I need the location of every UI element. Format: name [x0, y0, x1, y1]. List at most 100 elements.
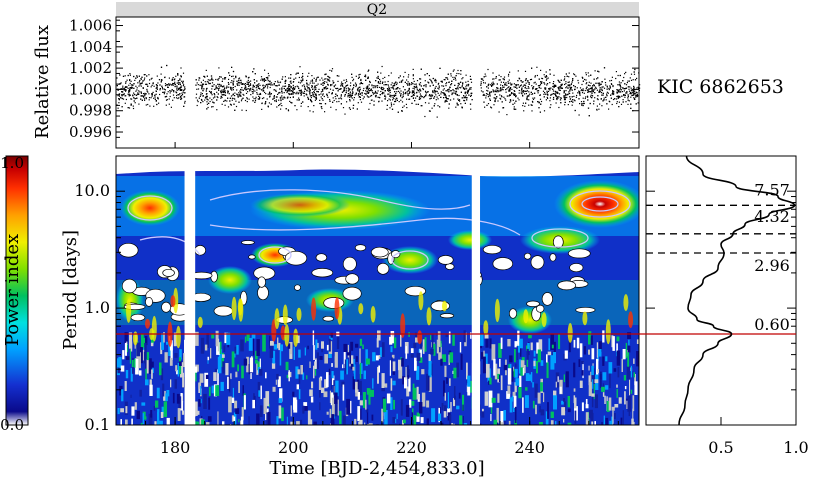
- light-curve-point: [493, 78, 495, 80]
- noise-mark: [589, 409, 593, 419]
- light-curve-point: [391, 108, 394, 110]
- noise-mark: [406, 365, 409, 376]
- light-curve-point: [271, 84, 273, 86]
- light-curve-point: [503, 76, 506, 78]
- light-curve-point: [585, 74, 587, 76]
- light-curve-point: [534, 76, 536, 78]
- light-curve-point: [252, 96, 254, 98]
- light-curve-point: [372, 92, 374, 94]
- noise-mark: [409, 399, 412, 408]
- noise-mark: [120, 419, 122, 425]
- light-curve-point: [602, 86, 604, 88]
- light-curve-point: [228, 72, 230, 74]
- light-curve-point: [456, 104, 458, 106]
- light-curve-point: [341, 91, 344, 93]
- light-curve-point: [329, 88, 332, 90]
- light-curve-point: [344, 113, 346, 115]
- light-curve-point: [262, 80, 264, 82]
- light-curve-point: [374, 90, 377, 92]
- light-curve-point: [386, 108, 388, 110]
- light-curve-point: [426, 73, 428, 75]
- light-curve-point: [341, 84, 343, 86]
- noise-mark: [194, 401, 198, 416]
- light-curve-point: [373, 85, 375, 87]
- noise-mark: [629, 379, 631, 396]
- noise-mark: [553, 395, 557, 410]
- light-curve-point: [549, 82, 551, 84]
- light-curve-point: [277, 93, 279, 95]
- noise-mark: [333, 380, 335, 395]
- noise-mark: [591, 421, 594, 425]
- light-curve-point: [293, 86, 295, 88]
- light-curve-point: [459, 100, 461, 102]
- light-curve-point: [129, 87, 131, 89]
- light-curve-point: [313, 82, 315, 84]
- light-curve-point: [211, 82, 214, 84]
- light-curve-point: [582, 80, 584, 82]
- light-curve-point: [545, 75, 547, 77]
- noise-mark: [618, 397, 622, 404]
- light-curve-point: [359, 86, 361, 88]
- light-curve-point: [569, 87, 571, 89]
- noise-mark: [139, 389, 142, 397]
- light-curve-point: [610, 94, 612, 96]
- noise-mark: [367, 423, 370, 425]
- light-curve-point: [437, 105, 439, 107]
- light-curve-point: [518, 99, 520, 101]
- noise-mark: [446, 377, 448, 384]
- light-curve-point: [333, 81, 335, 84]
- light-curve-point: [177, 74, 179, 76]
- light-curve-point: [572, 99, 574, 101]
- noise-mark: [456, 405, 460, 410]
- light-curve-point: [267, 76, 269, 78]
- noise-mark: [279, 349, 282, 366]
- low-power-spot: [526, 300, 540, 307]
- light-curve-point: [362, 98, 364, 100]
- light-curve-point: [311, 85, 313, 87]
- light-curve-point: [537, 90, 540, 92]
- y-tick-label: 1.004: [69, 38, 112, 56]
- noise-mark: [370, 306, 376, 323]
- light-curve-point: [581, 103, 583, 105]
- light-curve-point: [606, 93, 608, 95]
- light-curve-point: [482, 91, 484, 93]
- light-curve-point: [503, 78, 505, 80]
- noise-mark: [452, 333, 455, 346]
- noise-mark: [447, 392, 449, 409]
- noise-mark: [464, 423, 468, 425]
- light-curve-point: [465, 81, 467, 83]
- light-curve-point: [591, 92, 593, 95]
- noise-mark: [262, 334, 266, 352]
- light-curve-point: [555, 94, 557, 97]
- light-curve-point: [577, 82, 580, 84]
- light-curve-point: [490, 91, 492, 93]
- light-curve-point: [532, 101, 534, 103]
- light-curve-point: [595, 87, 597, 89]
- light-curve-point: [148, 97, 151, 99]
- light-curve-point: [535, 88, 537, 90]
- light-curve-point: [333, 85, 335, 87]
- light-curve-point: [169, 92, 171, 94]
- light-curve-point: [289, 90, 291, 92]
- light-curve-point: [536, 66, 538, 68]
- light-curve-point: [255, 87, 257, 89]
- noise-mark: [235, 408, 240, 414]
- light-curve-point: [584, 97, 586, 100]
- light-curve-point: [575, 96, 577, 98]
- noise-mark: [600, 371, 602, 389]
- noise-mark: [500, 375, 503, 391]
- light-curve-point: [598, 85, 600, 87]
- light-curve-point: [577, 79, 579, 82]
- light-curve-point: [203, 88, 205, 90]
- noise-mark: [565, 371, 569, 388]
- noise-mark: [592, 379, 594, 389]
- light-curve-point: [411, 92, 413, 94]
- noise-mark: [253, 338, 255, 356]
- light-curve-point: [277, 80, 279, 82]
- light-curve-point: [520, 80, 522, 82]
- low-power-spot: [370, 246, 389, 258]
- light-curve-point: [596, 105, 598, 107]
- light-curve-point: [201, 93, 203, 95]
- noise-mark: [175, 365, 178, 372]
- light-curve-point: [155, 90, 157, 92]
